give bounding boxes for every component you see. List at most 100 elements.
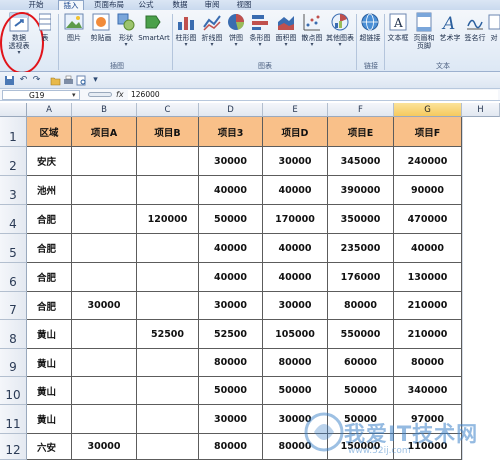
table-header-cell[interactable]: 区域 bbox=[27, 117, 72, 147]
table-cell[interactable] bbox=[72, 349, 137, 377]
table-cell[interactable]: 50000 bbox=[328, 405, 394, 434]
table-cell[interactable] bbox=[72, 405, 137, 434]
table-cell[interactable]: 六安 bbox=[27, 434, 72, 460]
column-chart-button[interactable]: 柱形图 ▾ bbox=[174, 12, 198, 48]
table-cell[interactable] bbox=[72, 234, 137, 263]
table-cell[interactable]: 390000 bbox=[328, 176, 394, 205]
row-header-4[interactable]: 4 bbox=[0, 205, 27, 234]
table-cell[interactable]: 合肥 bbox=[27, 263, 72, 292]
column-header-b[interactable]: B bbox=[72, 103, 137, 117]
row-header-11[interactable]: 11 bbox=[0, 405, 27, 434]
table-cell[interactable] bbox=[72, 205, 137, 234]
formula-input[interactable]: 126000 bbox=[128, 90, 498, 100]
table-header-cell[interactable]: 项目B bbox=[137, 117, 199, 147]
table-cell[interactable]: 550000 bbox=[328, 320, 394, 349]
column-header-e[interactable]: E bbox=[263, 103, 328, 117]
table-cell[interactable] bbox=[137, 349, 199, 377]
smartart-button[interactable]: SmartArt bbox=[138, 12, 170, 42]
row-header-10[interactable]: 10 bbox=[0, 377, 27, 405]
table-cell[interactable]: 210000 bbox=[394, 292, 462, 320]
row-header-2[interactable]: 2 bbox=[0, 147, 27, 176]
area-chart-button[interactable]: 面积图 ▾ bbox=[274, 12, 298, 48]
tab-formulas[interactable]: 公式 bbox=[134, 0, 158, 10]
table-cell[interactable]: 105000 bbox=[263, 320, 328, 349]
table-cell[interactable] bbox=[137, 434, 199, 460]
table-cell[interactable]: 80000 bbox=[263, 434, 328, 460]
clipart-button[interactable]: 剪贴画 bbox=[88, 12, 114, 42]
name-box[interactable]: G19 bbox=[2, 90, 80, 100]
fx-icon[interactable]: fx bbox=[116, 89, 124, 101]
save-icon[interactable] bbox=[4, 75, 15, 86]
table-cell[interactable]: 30000 bbox=[199, 405, 263, 434]
table-cell[interactable]: 30000 bbox=[263, 147, 328, 176]
table-cell[interactable]: 120000 bbox=[137, 205, 199, 234]
preview-icon[interactable] bbox=[76, 75, 87, 86]
table-cell[interactable]: 80000 bbox=[328, 292, 394, 320]
object-button[interactable]: 对 bbox=[488, 12, 500, 42]
table-cell[interactable]: 黄山 bbox=[27, 349, 72, 377]
table-cell[interactable] bbox=[72, 377, 137, 405]
tab-review[interactable]: 审阅 bbox=[200, 0, 224, 10]
column-header-h[interactable]: H bbox=[462, 103, 500, 117]
table-cell[interactable] bbox=[137, 263, 199, 292]
table-cell[interactable]: 52500 bbox=[199, 320, 263, 349]
table-cell[interactable]: 97000 bbox=[394, 405, 462, 434]
table-cell[interactable]: 合肥 bbox=[27, 292, 72, 320]
table-cell[interactable]: 安庆 bbox=[27, 147, 72, 176]
table-cell[interactable]: 30000 bbox=[199, 147, 263, 176]
table-cell[interactable] bbox=[72, 320, 137, 349]
table-cell[interactable]: 345000 bbox=[328, 147, 394, 176]
table-cell[interactable]: 30000 bbox=[263, 292, 328, 320]
tab-insert[interactable]: 插入 bbox=[58, 0, 84, 10]
formula-bar-divider[interactable] bbox=[88, 92, 112, 97]
table-header-cell[interactable]: 项目3 bbox=[199, 117, 263, 147]
tab-view[interactable]: 视图 bbox=[232, 0, 256, 10]
table-header-cell[interactable]: 项目A bbox=[72, 117, 137, 147]
table-cell[interactable]: 40000 bbox=[263, 263, 328, 292]
table-cell[interactable]: 50000 bbox=[328, 377, 394, 405]
table-cell[interactable] bbox=[72, 176, 137, 205]
table-cell[interactable]: 黄山 bbox=[27, 320, 72, 349]
table-cell[interactable]: 176000 bbox=[328, 263, 394, 292]
row-header-9[interactable]: 9 bbox=[0, 349, 27, 377]
table-cell[interactable]: 40000 bbox=[199, 176, 263, 205]
signature-line-button[interactable]: 签名行 bbox=[464, 12, 486, 42]
column-header-c[interactable]: C bbox=[137, 103, 199, 117]
table-cell[interactable]: 235000 bbox=[328, 234, 394, 263]
table-cell[interactable]: 110000 bbox=[394, 434, 462, 460]
line-chart-button[interactable]: 折线图 ▾ bbox=[200, 12, 224, 48]
table-cell[interactable]: 50000 bbox=[199, 205, 263, 234]
table-cell[interactable] bbox=[137, 405, 199, 434]
column-h-empty[interactable] bbox=[462, 117, 500, 460]
table-cell[interactable]: 130000 bbox=[394, 263, 462, 292]
row-header-5[interactable]: 5 bbox=[0, 234, 27, 263]
table-cell[interactable] bbox=[137, 292, 199, 320]
table-cell[interactable]: 470000 bbox=[394, 205, 462, 234]
customize-toolbar-icon[interactable]: ▾ bbox=[90, 75, 101, 86]
select-all-corner[interactable] bbox=[0, 103, 27, 117]
tab-data[interactable]: 数据 bbox=[168, 0, 192, 10]
table-header-cell[interactable]: 项目E bbox=[328, 117, 394, 147]
chevron-down-icon[interactable]: ▾ bbox=[72, 90, 76, 100]
row-header-1[interactable]: 1 bbox=[0, 117, 27, 147]
table-cell[interactable]: 52500 bbox=[137, 320, 199, 349]
table-cell[interactable]: 黄山 bbox=[27, 405, 72, 434]
table-cell[interactable]: 350000 bbox=[328, 205, 394, 234]
table-cell[interactable]: 40000 bbox=[263, 234, 328, 263]
table-header-cell[interactable]: 项目D bbox=[263, 117, 328, 147]
table-cell[interactable]: 50000 bbox=[263, 377, 328, 405]
table-cell[interactable] bbox=[137, 147, 199, 176]
shapes-button[interactable]: 形状 ▾ bbox=[116, 12, 136, 48]
table-cell[interactable]: 40000 bbox=[199, 263, 263, 292]
column-header-d[interactable]: D bbox=[199, 103, 263, 117]
tab-page-layout[interactable]: 页面布局 bbox=[92, 0, 126, 10]
table-cell[interactable]: 合肥 bbox=[27, 205, 72, 234]
column-header-g[interactable]: G bbox=[394, 103, 462, 117]
table-cell[interactable]: 30000 bbox=[72, 434, 137, 460]
table-cell[interactable]: 150000 bbox=[328, 434, 394, 460]
hyperlink-button[interactable]: 超链接 bbox=[358, 12, 382, 42]
table-cell[interactable]: 90000 bbox=[394, 176, 462, 205]
table-cell[interactable]: 40000 bbox=[263, 176, 328, 205]
other-charts-button[interactable]: 其他图表 ▾ bbox=[326, 12, 354, 48]
row-header-6[interactable]: 6 bbox=[0, 263, 27, 292]
